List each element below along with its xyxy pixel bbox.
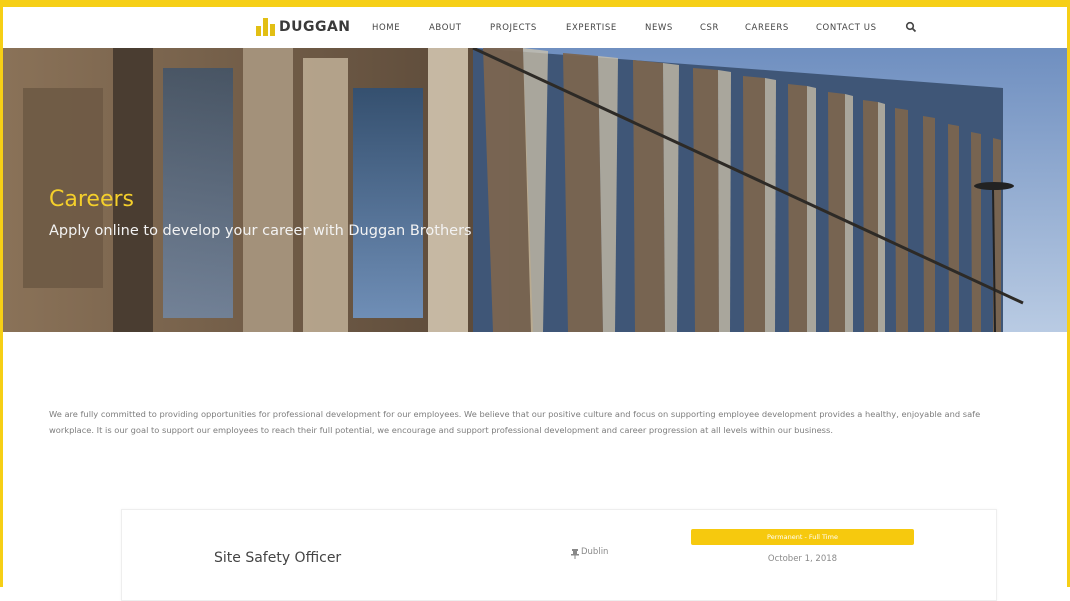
job-location: Dublin bbox=[581, 547, 609, 557]
job-type-badge: Permanent - Full Time bbox=[691, 529, 914, 545]
job-listing-card[interactable]: Site Safety Officer Dublin Permanent - F… bbox=[121, 509, 997, 601]
nav-item-contact-us[interactable]: CONTACT US bbox=[816, 23, 877, 33]
building-facade-image bbox=[3, 48, 1067, 332]
hero-banner: Careers Apply online to develop your car… bbox=[3, 48, 1067, 332]
nav-item-csr[interactable]: CSR bbox=[700, 23, 719, 33]
site-logo[interactable]: DUGGAN bbox=[256, 18, 351, 36]
job-date: October 1, 2018 bbox=[767, 554, 838, 564]
nav-item-projects[interactable]: PROJECTS bbox=[490, 23, 537, 33]
search-icon[interactable] bbox=[905, 21, 917, 33]
top-navigation: DUGGAN HOME ABOUT PROJECTS EXPERTISE NEW… bbox=[3, 7, 1067, 48]
nav-item-home[interactable]: HOME bbox=[372, 23, 400, 33]
nav-item-news[interactable]: NEWS bbox=[645, 23, 673, 33]
nav-item-expertise[interactable]: EXPERTISE bbox=[566, 23, 617, 33]
intro-paragraph: We are fully committed to providing oppo… bbox=[49, 409, 981, 436]
page-subtitle: Apply online to develop your career with… bbox=[49, 222, 472, 239]
page-title: Careers bbox=[49, 186, 134, 212]
job-title[interactable]: Site Safety Officer bbox=[214, 550, 341, 566]
logo-mark-icon bbox=[256, 18, 275, 36]
nav-item-careers[interactable]: CAREERS bbox=[745, 23, 789, 33]
pin-icon bbox=[571, 549, 579, 559]
nav-item-about[interactable]: ABOUT bbox=[429, 23, 462, 33]
logo-text: DUGGAN bbox=[279, 19, 351, 35]
